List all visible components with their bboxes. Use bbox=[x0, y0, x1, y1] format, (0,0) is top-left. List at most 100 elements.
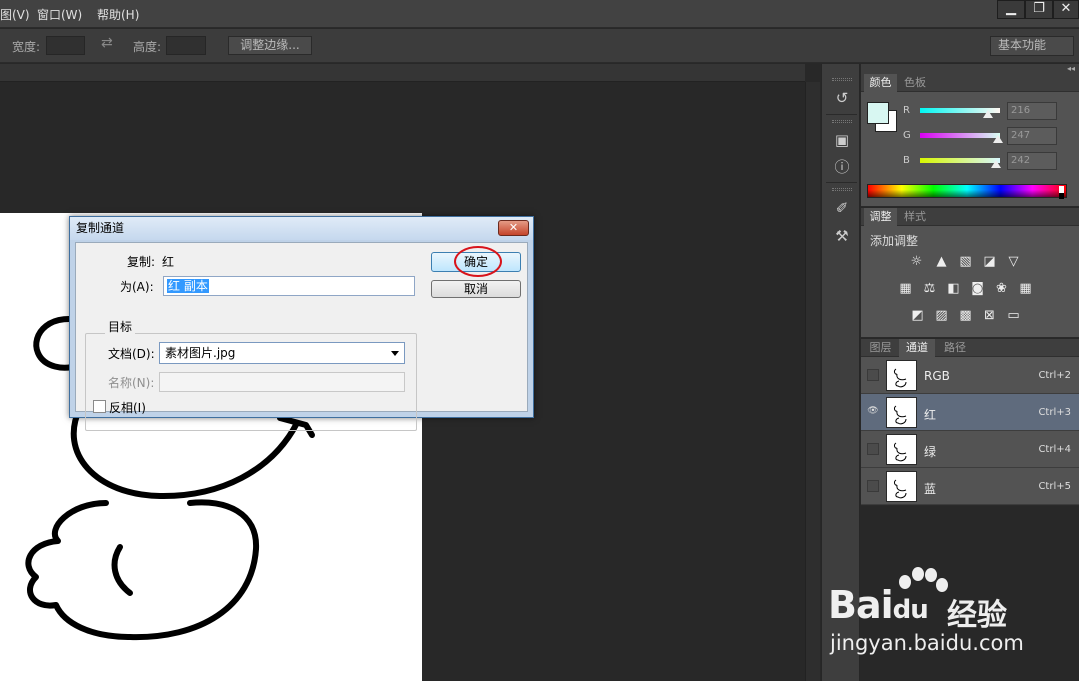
canvas-vertical-scrollbar[interactable] bbox=[805, 82, 820, 681]
tab-paths[interactable]: 路径 bbox=[937, 339, 973, 357]
channel-mixer-icon[interactable]: ❀ bbox=[993, 282, 1010, 296]
tab-channels[interactable]: 通道 bbox=[899, 339, 935, 357]
channel-row-green[interactable]: 绿 Ctrl+4 bbox=[861, 431, 1079, 468]
swap-icon[interactable]: ⇄ bbox=[101, 35, 113, 51]
as-label: 为(A): bbox=[120, 280, 154, 294]
invert-checkbox[interactable] bbox=[93, 400, 106, 413]
restore-button[interactable]: ❐ bbox=[1025, 0, 1053, 19]
3d-icon[interactable]: ▣ bbox=[832, 130, 852, 150]
black-white-icon[interactable]: ◧ bbox=[945, 282, 962, 296]
dialog-title: 复制通道 bbox=[70, 217, 533, 240]
g-slider-track[interactable] bbox=[920, 133, 1000, 138]
document-label: 文档(D): bbox=[108, 347, 155, 361]
close-window-button[interactable]: ✕ bbox=[1053, 0, 1079, 19]
tab-layers[interactable]: 图层 bbox=[864, 339, 897, 357]
b-slider-thumb[interactable] bbox=[990, 160, 1001, 168]
channel-name: RGB bbox=[924, 369, 950, 383]
workspace-select[interactable]: 基本功能 bbox=[990, 36, 1074, 56]
document-select[interactable]: 素材图片.jpg bbox=[159, 342, 405, 364]
color-row-r: R 216 bbox=[903, 102, 1073, 122]
document-select-value: 素材图片.jpg bbox=[165, 346, 236, 360]
channel-name: 红 bbox=[924, 408, 937, 422]
invert-icon[interactable]: ◩ bbox=[909, 309, 926, 323]
spectrum-black-swatch[interactable] bbox=[1059, 193, 1064, 199]
channel-thumbnail bbox=[886, 434, 917, 465]
color-balance-icon[interactable]: ⚖ bbox=[921, 282, 938, 296]
baidu-url-text: jingyan.baidu.com bbox=[830, 631, 1024, 655]
g-value-input[interactable]: 247 bbox=[1007, 127, 1057, 145]
cancel-button[interactable]: 取消 bbox=[431, 280, 521, 298]
copy-value: 红 bbox=[162, 255, 175, 269]
target-label: 目标 bbox=[105, 318, 136, 335]
threshold-icon[interactable]: ▩ bbox=[957, 309, 974, 323]
tool-presets-icon[interactable]: ⚒ bbox=[832, 226, 852, 246]
width-label: 宽度: bbox=[12, 40, 41, 54]
height-label: 高度: bbox=[133, 40, 162, 54]
brightness-contrast-icon[interactable]: ☼ bbox=[908, 255, 925, 269]
width-input[interactable] bbox=[46, 36, 85, 55]
gradient-map-icon[interactable]: ▭ bbox=[1005, 309, 1022, 323]
posterize-icon[interactable]: ▨ bbox=[933, 309, 950, 323]
channel-row-red[interactable]: 👁 红 Ctrl+3 bbox=[861, 394, 1079, 431]
brush-icon[interactable]: ✐ bbox=[832, 198, 852, 218]
menu-window[interactable]: 窗口(W) bbox=[37, 6, 82, 23]
r-channel-label: R bbox=[903, 105, 910, 116]
as-name-input[interactable]: 红 副本 bbox=[163, 276, 415, 296]
refine-edge-button[interactable]: 调整边缘... bbox=[228, 36, 312, 55]
exposure-icon[interactable]: ◪ bbox=[981, 255, 998, 269]
b-value-input[interactable]: 242 bbox=[1007, 152, 1057, 170]
visibility-toggle[interactable] bbox=[867, 480, 879, 492]
tab-swatches[interactable]: 色板 bbox=[897, 74, 933, 92]
duplicate-channel-dialog: 复制通道 ✕ 复制: 红 为(A): 红 副本 目标 文档(D): 素材图片.j… bbox=[69, 216, 534, 431]
height-input[interactable] bbox=[166, 36, 206, 55]
color-lookup-icon[interactable]: ▦ bbox=[1017, 282, 1034, 296]
visibility-toggle[interactable] bbox=[867, 369, 879, 381]
curves-icon[interactable]: ▧ bbox=[957, 255, 974, 269]
color-row-b: B 242 bbox=[903, 152, 1073, 172]
visibility-toggle[interactable] bbox=[867, 443, 879, 455]
levels-icon[interactable]: ▲ bbox=[933, 255, 950, 269]
history-icon[interactable]: ↺ bbox=[832, 88, 852, 108]
channel-shortcut: Ctrl+4 bbox=[1038, 444, 1071, 455]
baidu-jingyan-text: 经验 bbox=[947, 598, 1007, 633]
tab-adjustments[interactable]: 调整 bbox=[864, 208, 897, 226]
channel-name: 绿 bbox=[924, 445, 937, 459]
spectrum-white-swatch[interactable] bbox=[1059, 186, 1064, 193]
menu-help[interactable]: 帮助(H) bbox=[97, 6, 139, 23]
color-row-g: G 247 bbox=[903, 127, 1073, 147]
vibrance-icon[interactable]: ▽ bbox=[1005, 255, 1022, 269]
tab-color[interactable]: 颜色 bbox=[864, 74, 897, 92]
name-input[interactable] bbox=[159, 372, 405, 392]
adjustments-title: 添加调整 bbox=[870, 234, 919, 248]
chevron-down-icon bbox=[391, 351, 399, 356]
selective-color-icon[interactable]: ⊠ bbox=[981, 309, 998, 323]
g-slider-thumb[interactable] bbox=[992, 135, 1003, 143]
ok-button-highlight-circle bbox=[454, 246, 502, 277]
strip-grip-3[interactable] bbox=[832, 188, 852, 191]
dialog-close-button[interactable]: ✕ bbox=[498, 220, 529, 236]
channel-name: 蓝 bbox=[924, 482, 937, 496]
channel-shortcut: Ctrl+3 bbox=[1038, 407, 1071, 418]
strip-grip-1[interactable] bbox=[832, 78, 852, 81]
b-channel-label: B bbox=[903, 155, 910, 166]
r-value-input[interactable]: 216 bbox=[1007, 102, 1057, 120]
minimize-button[interactable]: ▁ bbox=[997, 0, 1025, 19]
channel-row-blue[interactable]: 蓝 Ctrl+5 bbox=[861, 468, 1079, 505]
strip-separator-1 bbox=[826, 114, 857, 115]
r-slider-thumb[interactable] bbox=[982, 110, 993, 118]
hue-saturation-icon[interactable]: ▦ bbox=[897, 282, 914, 296]
photo-filter-icon[interactable]: ◙ bbox=[969, 282, 986, 296]
info-icon[interactable]: ⓘ bbox=[832, 157, 852, 177]
document-tab-strip bbox=[0, 64, 805, 82]
collapse-panels-icon[interactable]: ◂◂ bbox=[861, 64, 1079, 74]
tab-styles[interactable]: 样式 bbox=[897, 208, 933, 226]
channel-row-rgb[interactable]: RGB Ctrl+2 bbox=[861, 357, 1079, 394]
b-slider-track[interactable] bbox=[920, 158, 1000, 163]
foreground-color-swatch[interactable] bbox=[867, 102, 889, 124]
adjustments-panel: 调整 样式 添加调整 ☼ ▲ ▧ ◪ ▽ ▦ ⚖ ◧ ◙ ❀ ▦ ◩ ▨ ▩ ⊠… bbox=[861, 208, 1079, 338]
eye-icon[interactable]: 👁 bbox=[867, 406, 879, 418]
menu-view[interactable]: 图(V) bbox=[0, 6, 30, 23]
color-spectrum-bar[interactable] bbox=[867, 184, 1067, 199]
strip-grip-2[interactable] bbox=[832, 120, 852, 123]
baidu-logo-bai: Bai bbox=[828, 583, 894, 627]
